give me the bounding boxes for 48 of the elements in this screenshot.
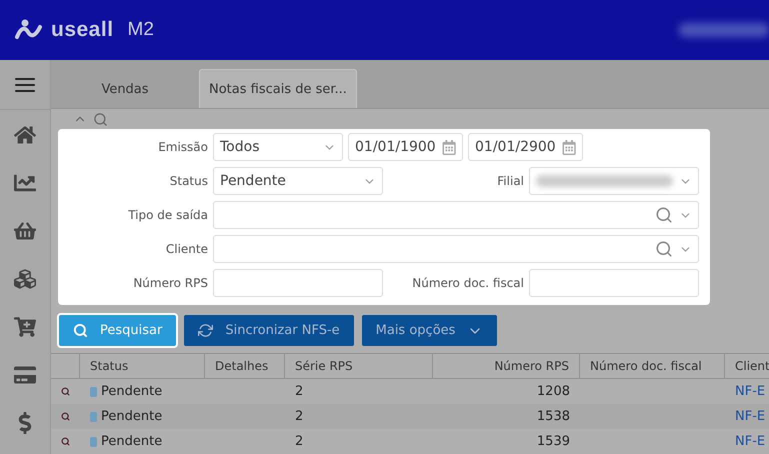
- credit-card-icon[interactable]: [14, 364, 36, 386]
- date-field[interactable]: 01/01/2900: [468, 133, 583, 161]
- search-icon: [655, 206, 673, 224]
- home-icon[interactable]: [14, 124, 36, 146]
- table-cell-text: 2: [294, 433, 304, 451]
- table-cell-text: 2: [294, 383, 304, 401]
- table-cell-text: 1538: [536, 408, 571, 426]
- status-text: Pendente: [101, 409, 162, 424]
- date-field[interactable]: 01/01/1900: [348, 133, 463, 161]
- chart-icon[interactable]: [14, 172, 36, 194]
- input-field[interactable]: [529, 269, 699, 297]
- sync-button[interactable]: Sincronizar NFS-e: [184, 315, 354, 346]
- tab[interactable]: Notas fiscais de ser...: [199, 69, 357, 108]
- product-name: M2: [128, 19, 154, 41]
- field-label: Número RPS: [132, 276, 208, 290]
- basket-icon[interactable]: [14, 220, 36, 242]
- select-field[interactable]: [529, 167, 699, 195]
- field-label: Filial: [496, 174, 524, 188]
- status-text: Pendente: [101, 384, 162, 399]
- field-label: Status: [168, 174, 208, 188]
- client-link[interactable]: NF-E: [725, 404, 769, 429]
- select-field[interactable]: Pendente: [213, 167, 383, 195]
- lookup-field[interactable]: [213, 235, 699, 263]
- field-label: Cliente: [164, 242, 208, 256]
- search-button[interactable]: Pesquisar: [59, 315, 176, 346]
- search-icon: [655, 240, 673, 258]
- logo-text: useall: [51, 18, 114, 42]
- table-cell-text: 2: [294, 408, 304, 426]
- cart-plus-icon[interactable]: [14, 316, 36, 338]
- logo-icon: [15, 19, 43, 41]
- table-cell-text: 1539: [536, 433, 571, 451]
- field-label: Número doc. fiscal: [411, 276, 524, 290]
- calendar-icon: [562, 140, 576, 154]
- select-field[interactable]: Todos: [213, 133, 343, 161]
- table-cell-text: 1208: [536, 383, 571, 401]
- lookup-field[interactable]: [213, 201, 699, 229]
- input-field[interactable]: [213, 269, 383, 297]
- calendar-icon: [442, 140, 456, 154]
- client-link[interactable]: NF-E: [725, 379, 769, 404]
- search-icon: [73, 323, 88, 338]
- tab[interactable]: Vendas: [51, 69, 199, 108]
- refresh-icon: [198, 323, 214, 338]
- field-label: Tipo de saída: [127, 208, 208, 222]
- more-options-button[interactable]: Mais opções: [362, 315, 498, 346]
- client-link[interactable]: NF-E: [725, 429, 769, 454]
- field-label: Emissão: [157, 140, 208, 154]
- cubes-icon[interactable]: [14, 268, 36, 290]
- status-text: Pendente: [101, 434, 162, 449]
